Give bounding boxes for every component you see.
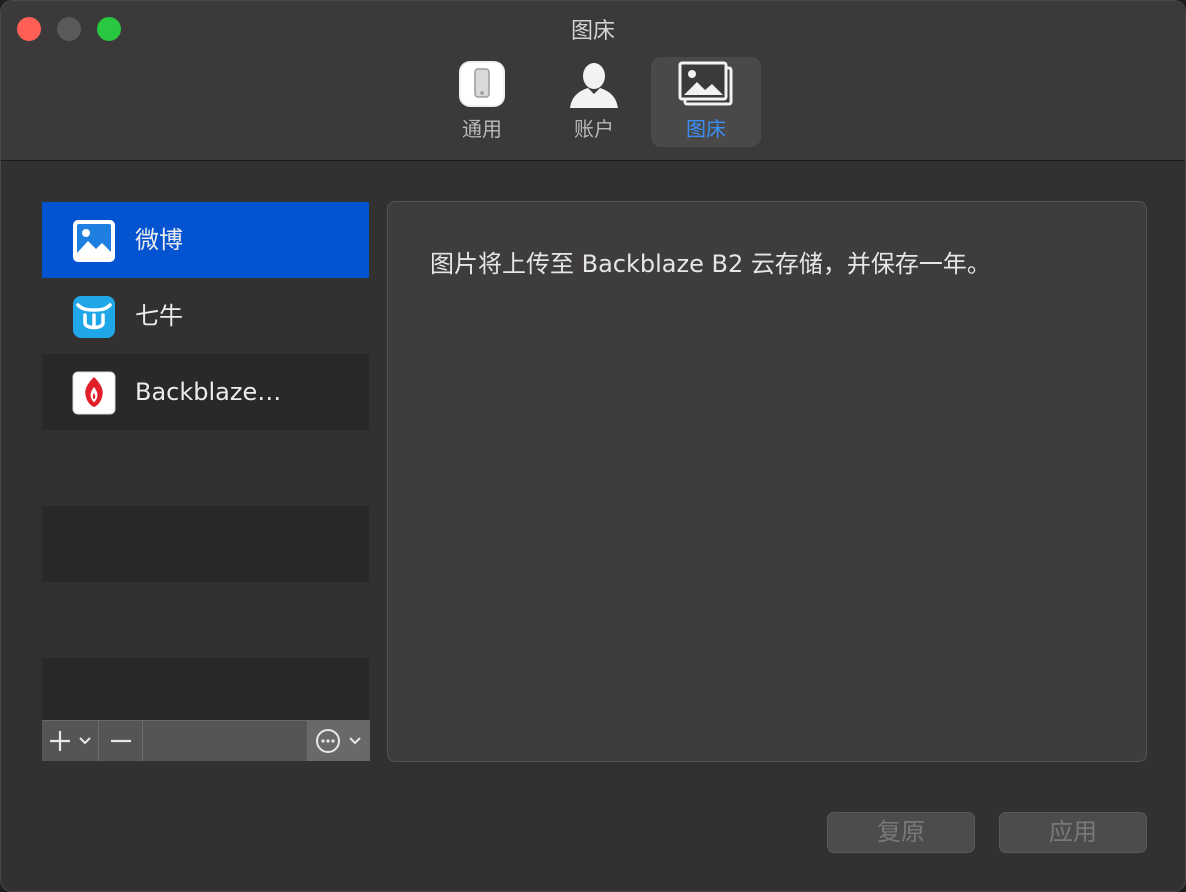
list-item-qiniu[interactable]: 七牛: [42, 278, 369, 354]
tab-general-label: 通用: [462, 117, 502, 141]
host-description: 图片将上传至 Backblaze B2 云存储，并保存一年。: [430, 250, 991, 278]
photos-icon: [677, 60, 735, 114]
list-item-backblaze[interactable]: Backblaze…: [42, 354, 369, 430]
list-row-empty: [42, 430, 369, 506]
window-title: 图床: [570, 19, 615, 44]
backblaze-flame-icon: [72, 371, 116, 415]
qiniu-logo-icon: [72, 295, 116, 339]
more-actions-button[interactable]: [307, 721, 370, 761]
phone-switch-icon: [458, 60, 506, 112]
tab-account[interactable]: 账户: [539, 57, 649, 147]
list-row-empty: [42, 658, 369, 720]
user-silhouette-icon: [568, 60, 620, 114]
list-item-weibo[interactable]: 微博: [42, 202, 369, 278]
plus-icon: [50, 731, 91, 751]
ellipsis-circle-icon: [316, 729, 361, 753]
tab-image-host-label: 图床: [686, 117, 726, 141]
tab-image-host[interactable]: 图床: [651, 57, 761, 147]
controls-spacer: [143, 721, 307, 761]
add-host-button[interactable]: [42, 721, 99, 761]
list-item-label: 七牛: [135, 302, 183, 330]
list-row-empty: [42, 582, 369, 658]
list-item-label: Backblaze…: [135, 378, 282, 406]
image-icon: [72, 219, 116, 263]
tab-account-label: 账户: [574, 117, 614, 141]
preferences-window: 图床 通用 账户 图床 微博 七牛 Backblaze… 图片将上传至 Back…: [0, 0, 1186, 892]
list-item-label: 微博: [135, 226, 183, 254]
list-controls-bar: [42, 720, 370, 761]
list-row-empty: [42, 506, 369, 582]
title-bar: 图床 通用 账户 图床: [1, 1, 1185, 161]
apply-button[interactable]: 应用: [999, 812, 1147, 853]
remove-host-button[interactable]: [99, 721, 143, 761]
restore-button[interactable]: 复原: [827, 812, 975, 853]
tab-general[interactable]: 通用: [427, 57, 537, 147]
minus-icon: [111, 739, 131, 743]
image-host-list: 微博 七牛 Backblaze…: [42, 202, 369, 720]
detail-panel: 图片将上传至 Backblaze B2 云存储，并保存一年。: [387, 201, 1147, 762]
